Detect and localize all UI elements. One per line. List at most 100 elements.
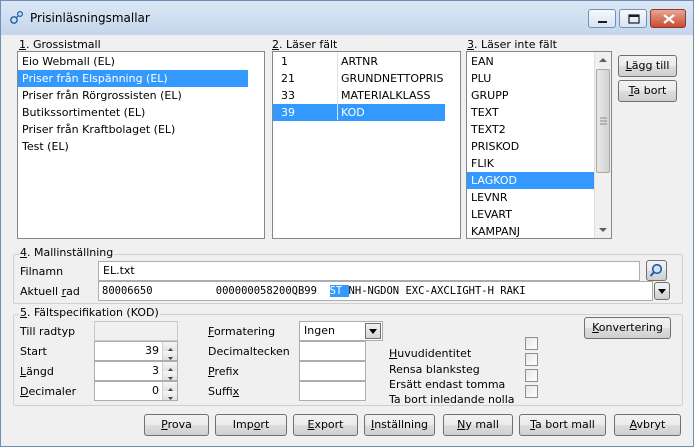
filnamn-input[interactable]: EL.txt: [98, 261, 640, 281]
ersatt-endast-tomma-label: Ersätt endast tomma: [389, 378, 506, 391]
start-stepper[interactable]: 39: [94, 341, 178, 361]
spin-up-icon[interactable]: [163, 362, 177, 371]
maximize-icon: [628, 14, 640, 24]
mallinstallning-group-label: 4. Mallinställning: [19, 246, 115, 259]
decimaler-value: 0: [152, 384, 159, 397]
list-item[interactable]: Priser från Rörgrossisten (EL): [18, 87, 264, 104]
installning-button[interactable]: Inställning: [364, 414, 435, 436]
start-spin[interactable]: [162, 342, 177, 360]
minimize-button[interactable]: [588, 9, 616, 28]
list-item[interactable]: Priser från Kraftbolaget (EL): [18, 121, 264, 138]
langd-label: Längd: [20, 365, 54, 378]
laser-falt-group-label: 2. Läser fält: [272, 38, 338, 51]
list-item[interactable]: PRISKOD: [467, 138, 594, 155]
table-row[interactable]: 1 ARTNR: [273, 53, 460, 70]
list-item[interactable]: EAN: [467, 53, 594, 70]
rensa-blanksteg-checkbox[interactable]: [525, 353, 538, 366]
ta-bort-mall-button[interactable]: Ta bort mall: [519, 414, 606, 436]
spin-down-icon[interactable]: [163, 371, 177, 380]
till-radtyp-input: [94, 321, 178, 341]
langd-stepper[interactable]: 3: [94, 361, 178, 381]
window-title: Prisinläsningsmallar: [30, 11, 150, 25]
huvudidentitet-checkbox[interactable]: [525, 337, 538, 350]
prova-button[interactable]: Prova: [144, 414, 209, 436]
list-item[interactable]: TEXT2: [467, 121, 594, 138]
list-item[interactable]: PLU: [467, 70, 594, 87]
chevron-down-icon: [369, 329, 377, 334]
field-number: 39: [281, 106, 295, 119]
ta-bort-button[interactable]: Ta bort: [618, 80, 677, 102]
formatering-select[interactable]: Ingen: [299, 321, 383, 341]
list-item[interactable]: FLIK: [467, 155, 594, 172]
huvudidentitet-label: Huvudidentitet: [389, 347, 472, 360]
spin-up-icon[interactable]: [163, 382, 177, 391]
start-label: Start: [20, 345, 47, 358]
list-item[interactable]: TEXT: [467, 104, 594, 121]
field-name: ARTNR: [341, 55, 378, 68]
list-item[interactable]: Priser från Elspänning (EL): [18, 70, 248, 87]
ta-bort-inledande-nolla-checkbox[interactable]: [525, 385, 538, 398]
field-name: GRUNDNETTOPRIS: [341, 72, 444, 85]
decimaler-label: Decimaler: [20, 385, 77, 398]
close-icon: [663, 14, 675, 24]
spin-up-icon[interactable]: [163, 342, 177, 351]
aktuell-rad-dropdown[interactable]: [654, 282, 670, 300]
title-bar[interactable]: Prisinläsningsmallar: [1, 1, 693, 35]
formatering-label: Formatering: [208, 325, 276, 338]
ersatt-endast-tomma-checkbox[interactable]: [525, 369, 538, 382]
list-item[interactable]: LEVART: [467, 206, 594, 223]
prefix-label: Prefix: [208, 365, 239, 378]
decimaltecken-input[interactable]: [299, 341, 366, 361]
ny-mall-button[interactable]: Ny mall: [443, 414, 513, 436]
scroll-down-icon[interactable]: [595, 222, 611, 238]
maximize-button[interactable]: [619, 9, 647, 28]
langd-spin[interactable]: [162, 362, 177, 380]
decimaler-stepper[interactable]: 0: [94, 381, 178, 401]
grip-icon: [600, 117, 607, 125]
table-row[interactable]: 33 MATERIALKLASS: [273, 87, 460, 104]
list-item[interactable]: Butikssortimentet (EL): [18, 104, 264, 121]
spin-down-icon[interactable]: [163, 391, 177, 400]
list-item[interactable]: KAMPANJ: [467, 223, 594, 238]
import-button[interactable]: Import: [215, 414, 287, 436]
row-text-after: NH-NGDON EXC-AXCLIGHT-H RAKI: [348, 285, 526, 297]
grossistmall-list[interactable]: Eio Webmall (EL) Priser från Elspänning …: [17, 51, 265, 239]
formatering-value: Ingen: [304, 324, 335, 337]
list-item[interactable]: LAGKOD: [467, 172, 594, 189]
field-number: 33: [281, 89, 295, 102]
spin-down-icon[interactable]: [163, 351, 177, 360]
scrollbar-thumb[interactable]: [596, 69, 610, 173]
filnamn-label: Filnamn: [20, 265, 64, 278]
list-item[interactable]: Test (EL): [18, 138, 264, 155]
prefix-input[interactable]: [299, 361, 366, 381]
formatering-dropdown[interactable]: [365, 323, 381, 339]
table-row[interactable]: 21 GRUNDNETTOPRIS: [273, 70, 460, 87]
chevron-down-icon: [658, 289, 666, 294]
decimaler-spin[interactable]: [162, 382, 177, 400]
laser-inte-falt-group-label: 3. Läser inte fält: [467, 38, 557, 51]
list-item[interactable]: LEVNR: [467, 189, 594, 206]
konvertering-button[interactable]: Konvertering: [584, 317, 671, 339]
browse-button[interactable]: [646, 260, 667, 281]
aktuell-rad-field[interactable]: 80006650 000000058200QB99 ST NH-NGDON EX…: [98, 281, 653, 301]
laser-falt-list[interactable]: 1 ARTNR 21 GRUNDNETTOPRIS 33 MATERIALKLA…: [272, 51, 461, 239]
vertical-scrollbar[interactable]: [594, 52, 611, 238]
start-value: 39: [145, 344, 159, 357]
field-name: MATERIALKLASS: [341, 89, 431, 102]
table-row[interactable]: 39 KOD: [273, 104, 445, 121]
avbryt-button[interactable]: Avbryt: [614, 414, 681, 436]
grossistmall-group-label: 1. Grossistmall: [19, 38, 101, 51]
lagg-till-button[interactable]: Lägg till: [618, 55, 677, 77]
laser-inte-falt-list[interactable]: EAN PLU GRUPP TEXT TEXT2 PRISKOD FLIK LA…: [466, 51, 612, 239]
till-radtyp-label: Till radtyp: [20, 325, 76, 338]
suffix-input[interactable]: [299, 381, 366, 401]
list-item[interactable]: GRUPP: [467, 87, 594, 104]
aktuell-rad-label: Aktuell rad: [20, 285, 80, 298]
list-item[interactable]: Eio Webmall (EL): [18, 53, 264, 70]
prisinlasningsmallar-window: Prisinläsningsmallar 1. Grossistmall Eio…: [0, 0, 694, 447]
search-icon: [649, 263, 663, 277]
scroll-up-icon[interactable]: [595, 52, 611, 68]
export-button[interactable]: Export: [293, 414, 358, 436]
close-button[interactable]: [650, 9, 686, 28]
app-icon: [9, 9, 25, 25]
